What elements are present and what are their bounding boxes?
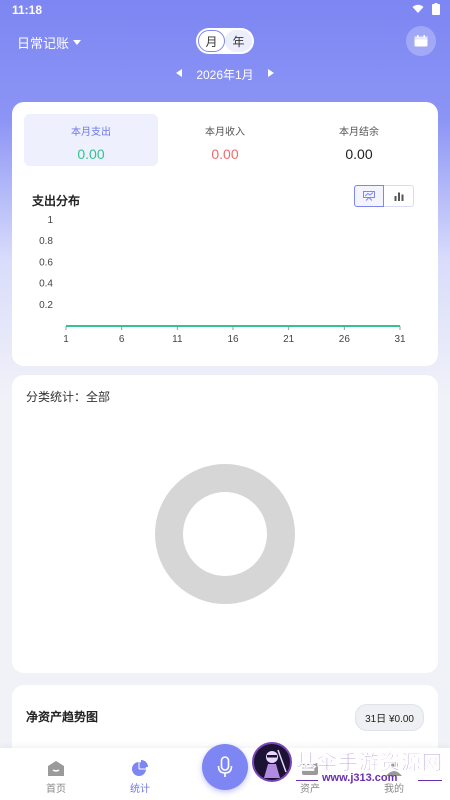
summary-balance[interactable]: 本月结余 0.00 [292, 114, 426, 166]
calendar-icon [414, 35, 428, 47]
period-year-tab[interactable]: 年 [225, 30, 252, 52]
x-tick-label: 11 [172, 334, 183, 345]
y-tick-label: 0.4 [39, 279, 53, 290]
summary-expense-value: 0.00 [77, 146, 105, 162]
date-navigator: 2026年1月 [0, 64, 450, 84]
y-tick-label: 0.2 [39, 300, 53, 311]
line-chart-button[interactable] [354, 185, 384, 207]
x-tick-label: 1 [63, 334, 69, 345]
y-tick-label: 0.6 [39, 257, 53, 268]
summary-card: 本月支出 0.00 本月收入 0.00 本月结余 0.00 支出分布 0.2 0… [12, 102, 438, 366]
summary-balance-label: 本月结余 [339, 127, 379, 138]
watermark-url: www.j313.com [322, 772, 398, 784]
book-selector[interactable]: 日常记账 [17, 33, 82, 52]
watermark-title: 基伞手游资源网 [296, 752, 443, 775]
line-chart-icon [363, 191, 375, 201]
book-name: 日常记账 [17, 36, 70, 51]
prev-month-button[interactable] [176, 69, 183, 79]
watermark-line-right [418, 780, 442, 781]
summary-balance-value: 0.00 [345, 146, 373, 162]
microphone-icon [217, 756, 233, 777]
expense-chart-title: 支出分布 [32, 194, 81, 208]
category-donut-chart [155, 464, 295, 604]
nav-stats-label: 统计 [130, 784, 150, 795]
watermark-line-left [296, 780, 318, 781]
triangle-left-icon [176, 69, 183, 77]
summary-row: 本月支出 0.00 本月收入 0.00 本月结余 0.00 [24, 114, 426, 166]
y-tick-label: 1 [47, 215, 53, 226]
y-tick-label: 0.8 [39, 236, 53, 247]
x-tick-label: 21 [283, 334, 295, 345]
trend-title: 净资产趋势图 [26, 710, 99, 724]
triangle-right-icon [267, 69, 274, 77]
battery-icon [432, 3, 440, 15]
summary-income[interactable]: 本月收入 0.00 [158, 114, 292, 166]
status-bar: 11:18 [0, 0, 450, 22]
nav-home[interactable]: 首页 [26, 760, 86, 795]
x-tick-label: 16 [227, 334, 239, 345]
voice-input-button[interactable] [202, 744, 248, 790]
expense-line-chart: 0.20.40.60.811 6 11 16 21 26 31 [39, 215, 406, 345]
bar-chart-icon [394, 192, 403, 201]
calendar-button[interactable] [406, 26, 436, 56]
header: 日常记账 月 年 [0, 26, 450, 60]
category-title: 分类统计：全部 [26, 390, 111, 404]
home-icon [48, 761, 64, 776]
x-tick-label: 26 [339, 334, 351, 345]
bar-chart-button[interactable] [384, 185, 414, 207]
period-month-tab[interactable]: 月 [198, 30, 225, 52]
category-card: 分类统计：全部 [12, 375, 438, 673]
x-tick-label: 6 [119, 334, 125, 345]
pie-chart-icon [132, 760, 148, 776]
chart-type-toggle [354, 185, 414, 207]
summary-expense[interactable]: 本月支出 0.00 [24, 114, 158, 166]
nav-home-label: 首页 [46, 784, 66, 795]
x-tick-label: 31 [394, 334, 406, 345]
summary-expense-label: 本月支出 [71, 127, 111, 138]
summary-income-value: 0.00 [211, 146, 239, 162]
nav-stats[interactable]: 统计 [110, 760, 170, 795]
period-toggle[interactable]: 月 年 [196, 28, 254, 54]
donut-ring [155, 464, 295, 604]
caret-down-icon [73, 40, 82, 45]
watermark: 基伞手游资源网 www.j313.com [252, 742, 448, 794]
watermark-logo [252, 742, 292, 782]
status-icons [412, 3, 440, 15]
ninja-icon [264, 749, 287, 778]
summary-income-label: 本月收入 [205, 127, 245, 138]
wifi-icon [412, 4, 424, 13]
status-time: 11:18 [12, 3, 43, 17]
current-month-label: 2026年1月 [196, 67, 254, 82]
trend-badge[interactable]: 31日 ¥0.00 [355, 704, 424, 731]
next-month-button[interactable] [267, 69, 274, 79]
